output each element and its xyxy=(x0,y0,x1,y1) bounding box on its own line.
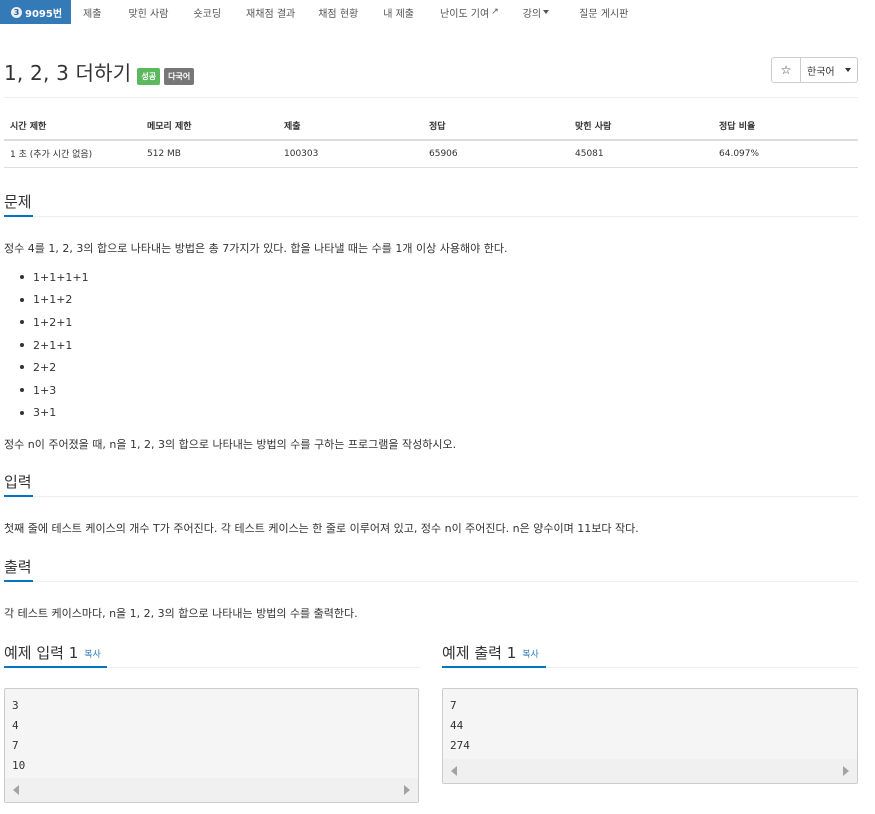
list-item: 1+1+1+1 xyxy=(4,266,304,289)
list-item: 2+2 xyxy=(4,356,304,379)
caret-down-icon xyxy=(845,68,851,72)
favorite-button[interactable]: ☆ xyxy=(771,57,801,83)
output-section: 출력 각 테스트 케이스마다, n을 1, 2, 3의 합으로 나타내는 방법의… xyxy=(4,552,858,620)
section-headline: 예제 입력 1 복사 xyxy=(4,638,420,668)
headline-underline xyxy=(4,215,33,217)
nav-problem-number-label: 9095번 xyxy=(25,8,63,20)
problem-title: 1, 2, 3 더하기 xyxy=(4,60,132,85)
problem-menu: 3 9095번 제출 맞힌 사람 숏코딩 재채점 결과 채점 현황 내 제출 난… xyxy=(0,0,875,24)
input-description: 첫째 줄에 테스트 케이스의 개수 T가 주어진다. 각 테스트 케이스는 한 … xyxy=(4,522,639,535)
horizontal-scrollbar[interactable] xyxy=(5,778,418,802)
table-header-solvers: 맞힌 사람 xyxy=(569,112,713,141)
list-item: 1+3 xyxy=(4,379,304,402)
list-item: 3+1 xyxy=(4,402,304,425)
problem-actions: ☆ 한국어 xyxy=(771,57,858,83)
headline-underline xyxy=(4,580,33,582)
table-header-row: 시간 제한 메모리 제한 제출 정답 맞힌 사람 정답 비율 xyxy=(4,112,858,141)
sample-input-section: 예제 입력 1 복사 xyxy=(4,638,420,668)
nav-solved-users[interactable]: 맞힌 사람 xyxy=(113,0,180,24)
section-headline: 출력 xyxy=(4,552,858,582)
caret-down-icon xyxy=(543,10,550,14)
headline-underline xyxy=(4,495,33,497)
problem-info-table: 시간 제한 메모리 제한 제출 정답 맞힌 사람 정답 비율 1 초 (추가 시… xyxy=(4,112,858,168)
sample-output-section: 예제 출력 1 복사 xyxy=(442,638,858,668)
problem-intro: 정수 4를 1, 2, 3의 합으로 나타내는 방법은 총 7가지가 있다. 합… xyxy=(4,242,508,255)
external-link-icon: ↗ xyxy=(491,7,499,17)
table-cell-time-limit: 1 초 (추가 시간 없음) xyxy=(4,140,141,168)
scroll-left-icon[interactable] xyxy=(13,785,19,795)
sample-output-block[interactable]: 7 44 274 xyxy=(442,688,858,784)
table-cell-submissions: 100303 xyxy=(278,140,423,168)
table-row: 1 초 (추가 시간 없음) 512 MB 100303 65906 45081… xyxy=(4,140,858,168)
nav-difficulty-contribution[interactable]: 난이도 기여 ↗ xyxy=(426,0,511,24)
nav-question-board[interactable]: 질문 게시판 xyxy=(561,0,640,24)
table-cell-accepted: 65906 xyxy=(423,140,569,168)
table-header-time-limit: 시간 제한 xyxy=(4,112,141,141)
solved-badge: 성공 xyxy=(137,67,161,85)
table-header-accepted: 정답 xyxy=(423,112,569,141)
copy-sample-input-button[interactable]: 복사 xyxy=(84,650,101,660)
scroll-right-icon[interactable] xyxy=(404,785,410,795)
section-headline: 입력 xyxy=(4,467,858,497)
sample-input-title: 예제 입력 1 복사 xyxy=(4,644,101,662)
table-header-ratio: 정답 비율 xyxy=(713,112,858,141)
table-cell-ratio: 64.097% xyxy=(713,140,858,168)
tier-icon: 3 xyxy=(11,6,22,18)
list-item: 2+1+1 xyxy=(4,334,304,357)
nav-submit[interactable]: 제출 xyxy=(71,0,113,24)
language-dropdown-label: 한국어 xyxy=(807,66,835,78)
table-cell-solvers: 45081 xyxy=(569,140,713,168)
scroll-left-icon[interactable] xyxy=(451,766,457,776)
section-title-output: 출력 xyxy=(4,558,32,576)
multilingual-badge: 다국어 xyxy=(164,67,195,85)
list-item: 1+2+1 xyxy=(4,311,304,334)
sample-output-lines: 7 44 274 xyxy=(450,699,470,752)
sample-output-title: 예제 출력 1 복사 xyxy=(442,644,539,662)
copy-sample-output-button[interactable]: 복사 xyxy=(522,650,539,660)
section-headline: 문제 xyxy=(4,187,858,217)
sample-input-lines: 3 4 7 10 xyxy=(12,699,26,772)
star-icon: ☆ xyxy=(780,63,792,77)
scroll-right-icon[interactable] xyxy=(843,766,849,776)
table-header-memory-limit: 메모리 제한 xyxy=(141,112,278,141)
section-title-input: 입력 xyxy=(4,473,32,491)
output-description: 각 테스트 케이스마다, n을 1, 2, 3의 합으로 나타내는 방법의 수를… xyxy=(4,607,358,620)
section-title-problem: 문제 xyxy=(4,193,32,211)
title-divider xyxy=(4,97,858,98)
sample-input-block[interactable]: 3 4 7 10 xyxy=(4,688,419,803)
section-headline: 예제 출력 1 복사 xyxy=(442,638,858,668)
headline-underline xyxy=(4,666,107,668)
table-header-submissions: 제출 xyxy=(278,112,423,141)
list-item: 1+1+2 xyxy=(4,289,304,312)
nav-my-submissions[interactable]: 내 제출 xyxy=(370,0,426,24)
horizontal-scrollbar[interactable] xyxy=(443,759,857,783)
nav-lectures-dropdown[interactable]: 강의 xyxy=(511,0,561,24)
problem-description-section: 문제 정수 4를 1, 2, 3의 합으로 나타내는 방법은 총 7가지가 있다… xyxy=(4,187,858,451)
nav-judge-status[interactable]: 채점 현황 xyxy=(307,0,370,24)
example-list: 1+1+1+1 1+1+2 1+2+1 2+1+1 2+2 1+3 3+1 xyxy=(4,266,304,424)
input-section: 입력 첫째 줄에 테스트 케이스의 개수 T가 주어진다. 각 테스트 케이스는… xyxy=(4,467,858,535)
nav-rejudge-results[interactable]: 재채점 결과 xyxy=(233,0,307,24)
problem-header: 1, 2, 3 더하기 성공 다국어 ☆ 한국어 xyxy=(4,56,858,86)
nav-problem-number[interactable]: 3 9095번 xyxy=(0,0,72,24)
headline-underline xyxy=(442,666,546,668)
problem-outro: 정수 n이 주어졌을 때, n을 1, 2, 3의 합으로 나타내는 방법의 수… xyxy=(4,438,457,451)
language-dropdown[interactable]: 한국어 xyxy=(801,57,858,83)
nav-short-coding[interactable]: 숏코딩 xyxy=(180,0,233,24)
table-cell-memory-limit: 512 MB xyxy=(141,140,278,168)
